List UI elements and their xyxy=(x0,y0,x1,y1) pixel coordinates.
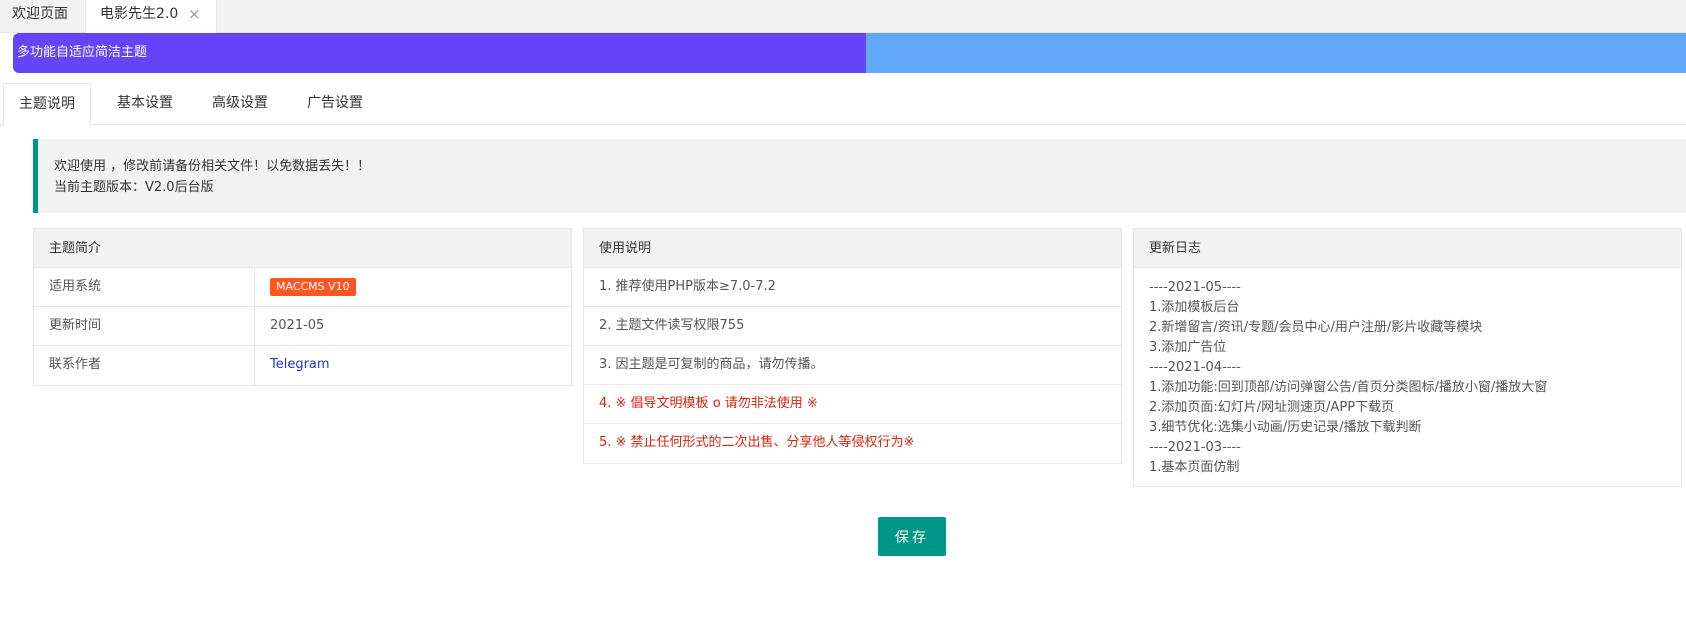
close-icon[interactable]: × xyxy=(188,0,201,28)
page-tab-movie-theme[interactable]: 电影先生2.0 × xyxy=(85,0,217,33)
version-line: 当前主题版本：V2.0后台版 xyxy=(54,180,214,195)
row-label: 适用系统 xyxy=(34,268,255,306)
notice-line: 欢迎使用 ，修改前请备份相关文件！以免数据丢失！！ xyxy=(54,159,371,174)
changelog-line: ----2021-03---- xyxy=(1149,440,1241,455)
tab-basic-settings[interactable]: 基本设置 xyxy=(101,83,189,125)
list-item: 2. 主题文件读写权限755 xyxy=(584,307,1121,346)
tab-advanced-settings[interactable]: 高级设置 xyxy=(196,83,284,125)
table-row: 联系作者 Telegram xyxy=(34,346,571,385)
settings-tab-bar: 主题说明 基本设置 高级设置 广告设置 xyxy=(0,83,1686,126)
table-row: 适用系统 MACCMS V10 xyxy=(34,268,571,307)
changelog-card: 更新日志 ----2021-05---- 1.添加模板后台 2.新增留言/资讯/… xyxy=(1133,228,1682,487)
page-tab-label: 欢迎页面 xyxy=(12,6,68,22)
changelog-line: 3.细节优化:选集小动画/历史记录/播放下载判断 xyxy=(1149,420,1422,435)
changelog-line: ----2021-05---- xyxy=(1149,280,1241,295)
changelog-line: 1.添加模板后台 xyxy=(1149,300,1240,315)
page-tab-welcome[interactable]: 欢迎页面 xyxy=(0,0,85,33)
usage-card: 使用说明 1. 推荐使用PHP版本≥7.0-7.2 2. 主题文件读写权限755… xyxy=(583,228,1122,464)
theme-intro-card: 主题简介 适用系统 MACCMS V10 更新时间 2021-05 联系作者 T… xyxy=(33,228,572,386)
changelog-line: 2.添加页面:幻灯片/网址测速页/APP下载页 xyxy=(1149,400,1395,415)
list-item: 3. 因主题是可复制的商品，请勿传播。 xyxy=(584,346,1121,385)
warning-item: 4. ※ 倡导文明模板 o 请勿非法使用 ※ xyxy=(584,385,1121,424)
page-tab-bar: 欢迎页面 电影先生2.0 × xyxy=(0,0,1686,33)
card-header: 主题简介 xyxy=(34,229,571,268)
contact-author-link[interactable]: Telegram xyxy=(270,357,330,372)
tab-label: 高级设置 xyxy=(212,95,268,111)
tab-theme-intro[interactable]: 主题说明 xyxy=(3,83,91,126)
list-item: 1. 推荐使用PHP版本≥7.0-7.2 xyxy=(584,268,1121,307)
tab-ad-settings[interactable]: 广告设置 xyxy=(291,83,379,125)
warning-item: 5. ※ 禁止任何形式的二次出售、分享他人等侵权行为※ xyxy=(599,435,915,450)
changelog-line: 1.添加功能:回到顶部/访问弹窗公告/首页分类图标/播放小窗/播放大窗 xyxy=(1149,380,1548,395)
tab-label: 广告设置 xyxy=(307,95,363,111)
changelog-line: ----2021-04---- xyxy=(1149,360,1241,375)
welcome-notice: 欢迎使用 ，修改前请备份相关文件！以免数据丢失！！ 当前主题版本：V2.0后台版 xyxy=(33,139,1686,213)
card-header: 使用说明 xyxy=(584,229,1121,268)
changelog-line: 1.基本页面仿制 xyxy=(1149,460,1240,475)
changelog-line: 3.添加广告位 xyxy=(1149,340,1227,355)
row-label: 联系作者 xyxy=(34,346,255,385)
changelog-line: 2.新增留言/资讯/专题/会员中心/用户注册/影片收藏等模块 xyxy=(1149,320,1483,335)
banner-title: 多功能自适应简洁主题 xyxy=(17,45,148,60)
changelog-body: ----2021-05---- 1.添加模板后台 2.新增留言/资讯/专题/会员… xyxy=(1134,268,1681,486)
card-header: 更新日志 xyxy=(1134,229,1681,268)
page-tab-label: 电影先生2.0 xyxy=(100,6,179,22)
tab-label: 基本设置 xyxy=(117,95,173,111)
theme-banner: 多功能自适应简洁主题 xyxy=(13,33,1686,73)
tab-label: 主题说明 xyxy=(19,96,75,112)
row-value: MACCMS V10 xyxy=(255,268,356,306)
row-value: Telegram xyxy=(255,346,330,385)
row-label: 更新时间 xyxy=(34,307,255,345)
update-time-value: 2021-05 xyxy=(270,318,325,333)
save-button[interactable]: 保存 xyxy=(878,517,946,556)
system-badge: MACCMS V10 xyxy=(270,277,356,296)
table-row: 更新时间 2021-05 xyxy=(34,307,571,346)
